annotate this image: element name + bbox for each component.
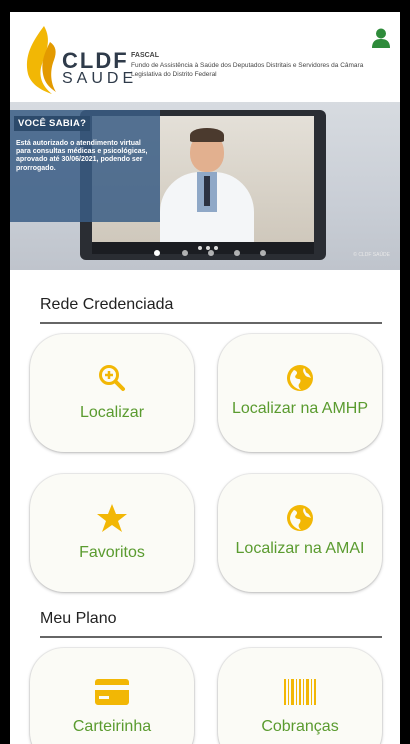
section-divider (40, 636, 382, 638)
carousel-dot[interactable] (234, 250, 240, 256)
barcode-icon (284, 679, 316, 705)
carousel-dot[interactable] (208, 250, 214, 256)
tile-localizar-amai[interactable]: Localizar na AMAI (218, 474, 382, 592)
app-header: CLDF SAUDE FASCAL Fundo de Assistência à… (10, 12, 400, 102)
banner-credit: © CLDF SAÚDE (353, 252, 390, 258)
tile-label: Localizar na AMHP (231, 400, 369, 417)
tile-label: Cobranças (261, 718, 339, 735)
tile-cobrancas[interactable]: Cobranças (218, 648, 382, 744)
globe-icon (287, 505, 313, 531)
tile-carteirinha[interactable]: Carteirinha (30, 648, 194, 744)
info-text: Está autorizado o atendimento virtual pa… (16, 140, 148, 172)
info-card: VOCÊ SABIA? Está autorizado o atendiment… (10, 110, 160, 222)
section-divider (40, 322, 382, 324)
tile-favoritos[interactable]: Favoritos (30, 474, 194, 592)
carousel-dot[interactable] (154, 250, 160, 256)
brand-saude: SAUDE (62, 70, 138, 87)
user-icon[interactable] (372, 28, 390, 48)
star-icon (97, 504, 127, 532)
section-title-rede: Rede Credenciada (40, 296, 174, 313)
carousel-dot[interactable] (182, 250, 188, 256)
org-description: Fundo de Assistência à Saúde dos Deputad… (131, 62, 364, 78)
tile-label: Carteirinha (72, 718, 152, 735)
tile-localizar-amhp[interactable]: Localizar na AMHP (218, 334, 382, 452)
tile-label: Favoritos (79, 544, 145, 561)
doctor-hair (190, 128, 224, 142)
carousel-indicators (10, 248, 400, 258)
tile-label: Localizar (79, 404, 145, 421)
globe-icon (287, 365, 313, 391)
search-plus-icon (99, 365, 125, 391)
cldf-logo-icon (26, 26, 56, 94)
info-banner[interactable]: VOCÊ SABIA? Está autorizado o atendiment… (10, 102, 400, 270)
carousel-dot[interactable] (260, 250, 266, 256)
info-badge: VOCÊ SABIA? (14, 116, 91, 131)
tile-localizar[interactable]: Localizar (30, 334, 194, 452)
tile-label: Localizar na AMAI (235, 540, 365, 557)
doctor-tie (204, 176, 210, 206)
section-title-plano: Meu Plano (40, 610, 117, 627)
card-icon (95, 679, 129, 705)
org-name: FASCAL (131, 52, 159, 59)
app-screen: CLDF SAUDE FASCAL Fundo de Assistência à… (10, 12, 400, 744)
